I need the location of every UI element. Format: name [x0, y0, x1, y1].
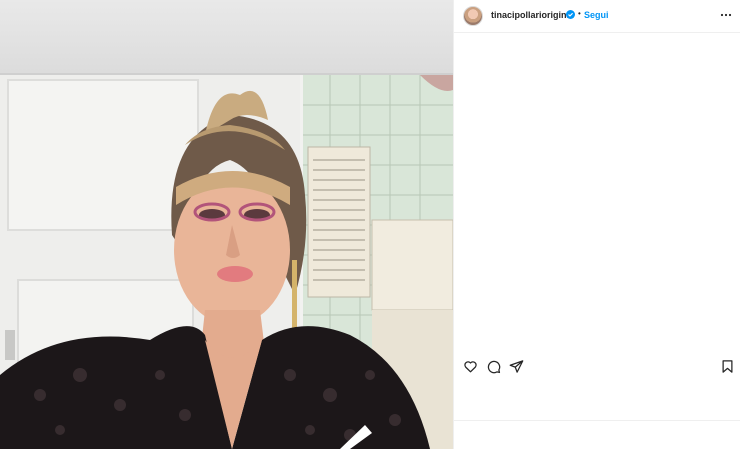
avatar[interactable] [463, 6, 483, 26]
post-photo[interactable] [0, 75, 453, 449]
separator-dot: • [578, 9, 581, 18]
more-options-icon[interactable] [720, 12, 732, 18]
username-link[interactable]: tinacipollarioriginal [491, 10, 574, 20]
follow-button[interactable]: Segui [584, 10, 609, 20]
verified-badge-icon [566, 10, 575, 19]
bookmark-icon[interactable] [720, 359, 735, 374]
paper-plane-icon[interactable] [509, 359, 524, 374]
heart-icon[interactable] [463, 359, 478, 374]
media-top-strip [0, 0, 453, 75]
post-photo-illustration [0, 75, 453, 449]
comment-icon[interactable] [486, 359, 501, 374]
divider [454, 420, 740, 421]
post-actions-bar [454, 359, 740, 381]
post-details-panel: tinacipollarioriginal • Segui [453, 0, 740, 449]
post-media[interactable] [0, 0, 453, 449]
post-header: tinacipollarioriginal • Segui [454, 0, 740, 33]
